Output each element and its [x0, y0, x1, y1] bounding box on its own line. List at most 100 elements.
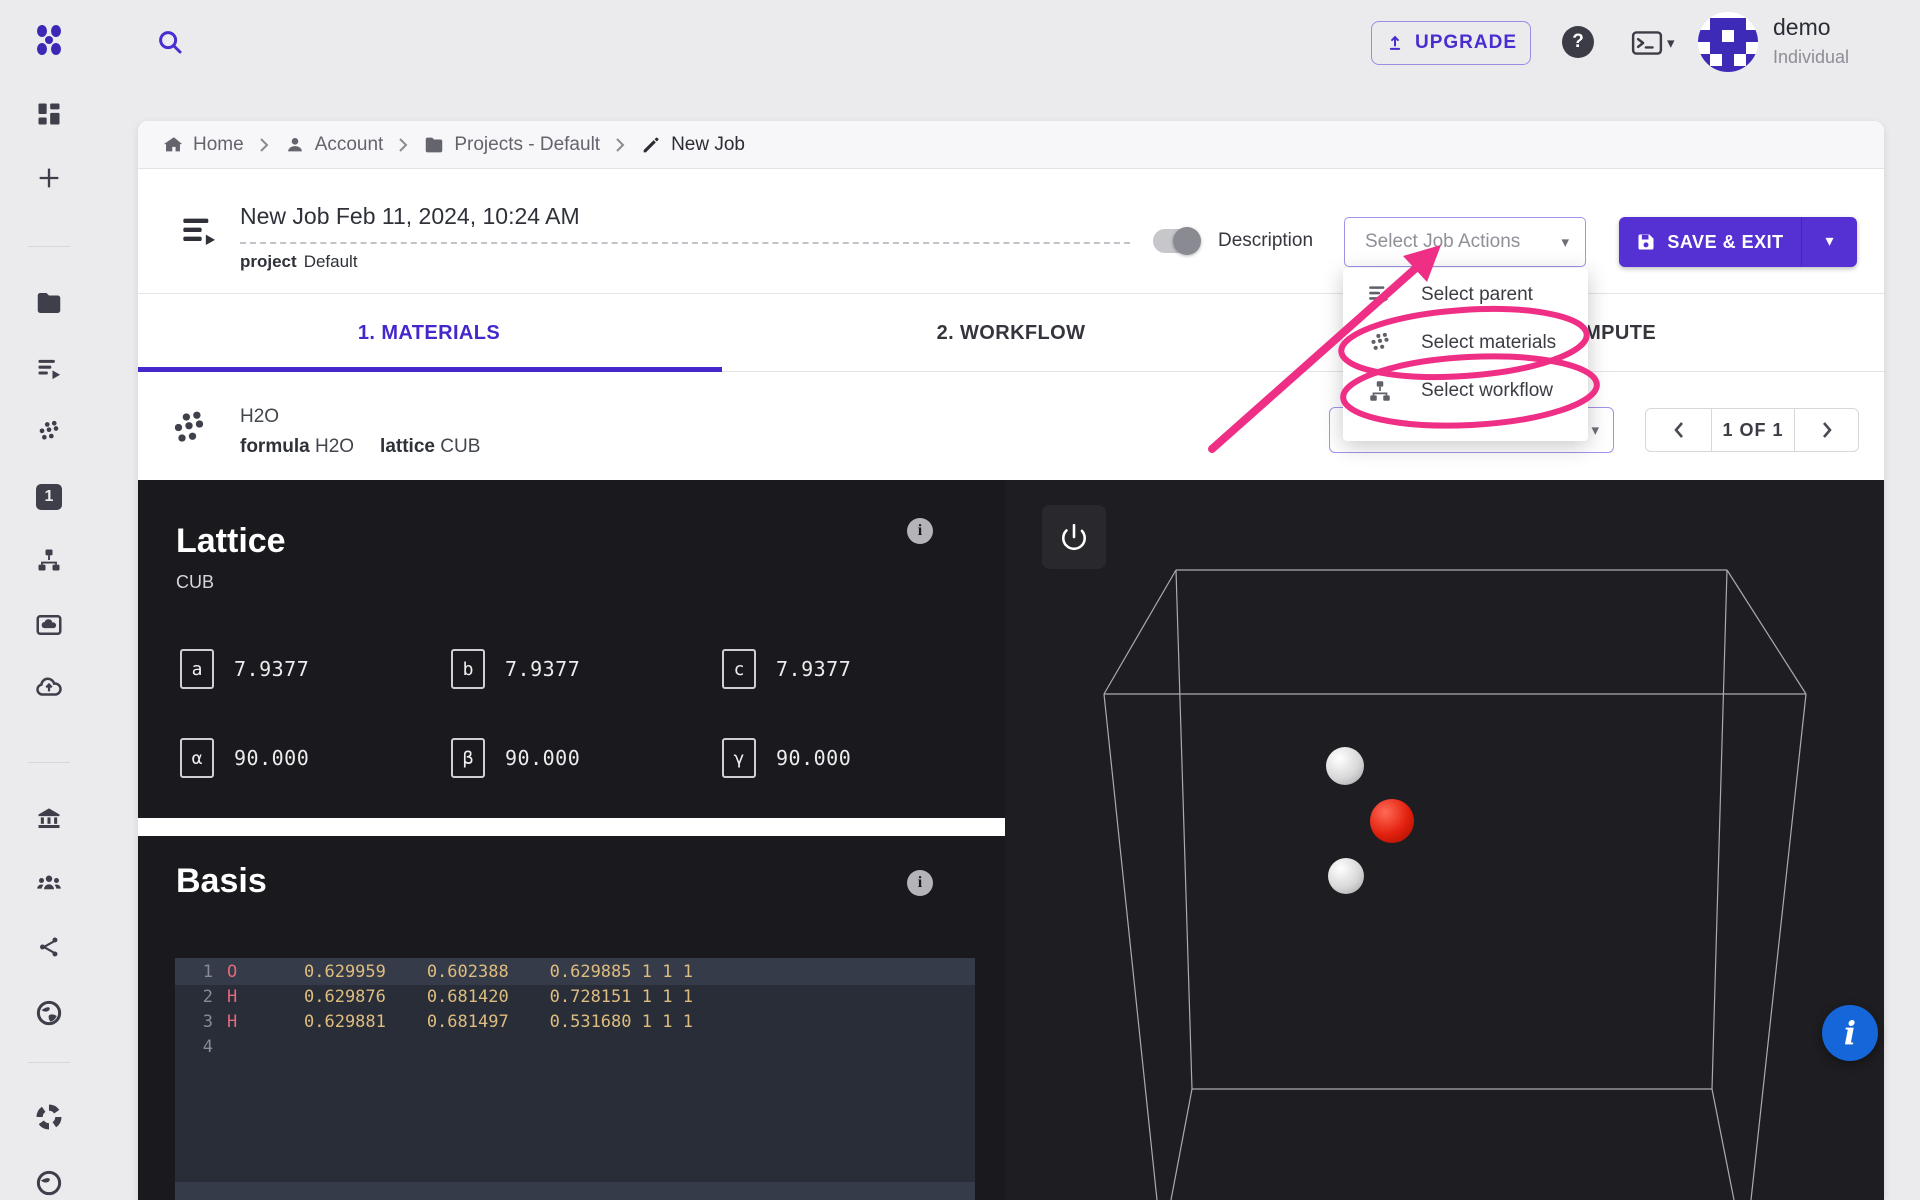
lattice-field-c[interactable]: c 7.9377: [722, 649, 851, 689]
sidebar-item-materials[interactable]: [0, 418, 98, 446]
sidebar-item-workflows[interactable]: [0, 546, 98, 574]
prev-page-button[interactable]: [1646, 409, 1712, 451]
viewer-info-button[interactable]: i: [1822, 1005, 1878, 1061]
pencil-icon: [643, 137, 659, 152]
hydrogen-atom[interactable]: [1326, 747, 1364, 785]
sidebar-item-media[interactable]: [0, 610, 98, 640]
console-menu-button[interactable]: ▾: [1630, 28, 1675, 58]
job-actions-menu: Select parent Select materials Select wo…: [1343, 268, 1588, 441]
material-name: H2O: [240, 406, 280, 427]
formula-label: formula: [240, 436, 310, 457]
sidebar-divider: [28, 1062, 70, 1063]
identicon-image: [1698, 12, 1758, 72]
sidebar-item-jobs[interactable]: [0, 354, 98, 382]
save-dropdown-button[interactable]: ▾: [1801, 217, 1857, 267]
lattice-field-alpha[interactable]: α 90.000: [180, 738, 309, 778]
chevron-right-icon: [1822, 422, 1832, 438]
breadcrumb-account[interactable]: Account: [284, 134, 383, 156]
lattice-field-beta[interactable]: β 90.000: [451, 738, 580, 778]
save-icon: [1638, 234, 1654, 250]
material-meta: formula H2O lattice CUB: [240, 436, 480, 458]
basis-line[interactable]: 4: [175, 1035, 975, 1060]
select-workflow-icon: [1370, 381, 1390, 401]
chevron-right-icon: [397, 136, 409, 154]
sidebar: 1: [0, 0, 98, 1200]
sidebar-item-dashboard[interactable]: [0, 100, 98, 128]
folder-icon: [426, 137, 443, 152]
app-root: 1 UPGRADE ? ▾ demo Individual Home Accou…: [0, 0, 1920, 1200]
hydrogen-atom[interactable]: [1328, 858, 1364, 894]
menu-item-select-workflow[interactable]: Select workflow: [1343, 367, 1588, 415]
basis-editor[interactable]: 1 O 0.629959 0.602388 0.629885 1 1 1 2 H…: [175, 958, 975, 1200]
sidebar-item-organization[interactable]: [0, 804, 98, 832]
user-name[interactable]: demo: [1773, 14, 1831, 41]
avatar[interactable]: [1698, 12, 1758, 72]
project-line: project Default: [240, 252, 358, 272]
sidebar-item-integrations[interactable]: [0, 1102, 98, 1132]
sidebar-item-team[interactable]: [0, 868, 98, 898]
power-icon: [1062, 523, 1086, 551]
menu-item-select-parent[interactable]: Select parent: [1343, 271, 1588, 319]
chevron-down-icon: ▾: [1591, 421, 1599, 439]
sidebar-item-uploads[interactable]: [0, 672, 98, 702]
toggle-knob: [1173, 227, 1201, 255]
basis-line[interactable]: 1 O 0.629959 0.602388 0.629885 1 1 1: [175, 960, 975, 985]
lattice-field-a[interactable]: a 7.9377: [180, 649, 309, 689]
logo-icon[interactable]: [0, 22, 98, 58]
search-icon[interactable]: [155, 27, 185, 62]
sidebar-item-projects[interactable]: [0, 288, 98, 318]
chevron-down-icon: ▾: [1825, 233, 1834, 250]
active-tab-indicator: [138, 367, 722, 372]
select-materials-icon: [1371, 332, 1389, 350]
job-actions-select[interactable]: Select Job Actions ▾: [1344, 217, 1586, 267]
tab-materials[interactable]: 1. MATERIALS: [138, 294, 720, 372]
basis-info-icon[interactable]: i: [907, 870, 933, 896]
lattice-title: Lattice: [176, 522, 286, 560]
job-actions-placeholder: Select Job Actions: [1365, 231, 1521, 252]
lattice-info-icon[interactable]: i: [907, 518, 933, 544]
sidebar-item-create[interactable]: [0, 164, 98, 192]
sidebar-divider: [28, 762, 70, 763]
sidebar-item-share[interactable]: [0, 934, 98, 960]
tab-workflow[interactable]: 2. WORKFLOW: [720, 294, 1302, 372]
formula-value: H2O: [314, 436, 355, 457]
upgrade-button[interactable]: UPGRADE: [1371, 21, 1531, 65]
structure-viewer[interactable]: i: [1005, 480, 1884, 1200]
breadcrumb: Home Account Projects - Default New Job: [138, 121, 1884, 169]
user-plan: Individual: [1773, 47, 1850, 67]
lattice-field-gamma[interactable]: γ 90.000: [722, 738, 851, 778]
job-title[interactable]: New Job Feb 11, 2024, 10:24 AM: [240, 203, 580, 230]
basis-line[interactable]: 2 H 0.629876 0.681420 0.728151 1 1 1: [175, 985, 975, 1010]
sidebar-item-more[interactable]: [0, 1168, 98, 1198]
unit-cell-wireframe: [1103, 569, 1807, 1200]
job-type-icon: [180, 212, 220, 257]
project-label: project: [240, 252, 297, 271]
sidebar-divider: [28, 246, 70, 247]
next-page-button[interactable]: [1794, 409, 1858, 451]
home-icon: [163, 136, 183, 151]
terminal-icon: [1631, 31, 1663, 55]
person-icon: [287, 137, 302, 151]
lattice-field-b[interactable]: b 7.9377: [451, 649, 580, 689]
chevron-left-icon: [1673, 422, 1683, 438]
basis-title: Basis: [176, 862, 267, 900]
oxygen-atom[interactable]: [1370, 799, 1414, 843]
description-toggle[interactable]: [1153, 227, 1201, 255]
save-exit-button[interactable]: SAVE & EXIT ▾: [1619, 217, 1857, 267]
pagination-label: 1 OF 1: [1722, 419, 1784, 440]
basis-line[interactable]: 3 H 0.629881 0.681497 0.531680 1 1 1: [175, 1010, 975, 1035]
sidebar-item-web[interactable]: [0, 998, 98, 1028]
viewer-power-button[interactable]: [1042, 505, 1106, 569]
one-badge-icon: 1: [36, 484, 62, 510]
chevron-right-icon: [258, 136, 270, 154]
material-icon: [168, 408, 210, 459]
breadcrumb-home[interactable]: Home: [162, 134, 244, 156]
save-exit-main[interactable]: SAVE & EXIT: [1619, 232, 1801, 253]
editor-bottom-bar: [175, 1182, 975, 1200]
breadcrumb-projects[interactable]: Projects - Default: [423, 134, 600, 156]
sidebar-item-default-material[interactable]: 1: [0, 484, 98, 510]
menu-item-select-materials[interactable]: Select materials: [1343, 319, 1588, 367]
help-icon[interactable]: ?: [1562, 26, 1594, 58]
lattice-type: CUB: [176, 572, 215, 592]
upgrade-label: UPGRADE: [1414, 32, 1517, 53]
